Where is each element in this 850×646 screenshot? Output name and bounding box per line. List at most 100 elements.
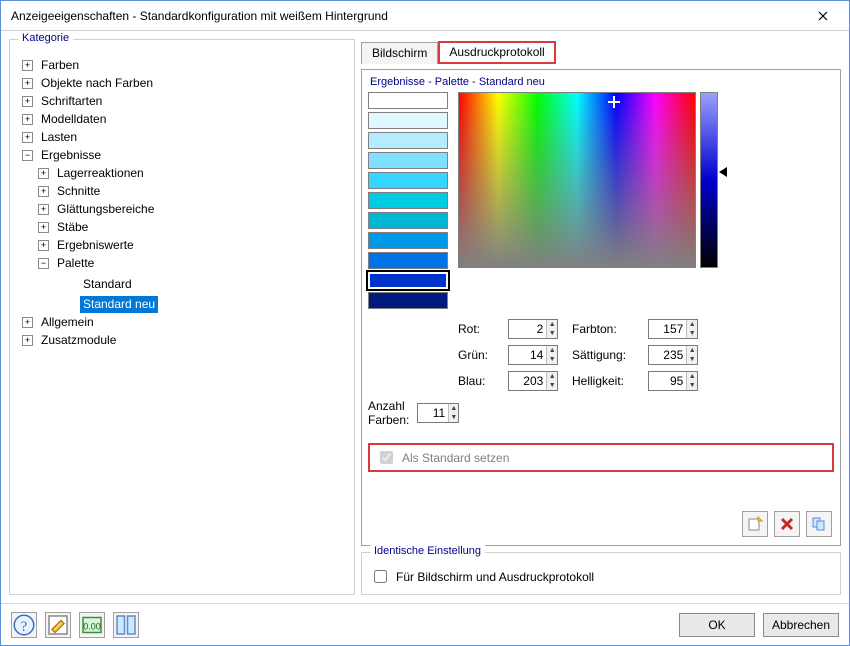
spin-down-icon[interactable]: ▼ <box>687 329 697 338</box>
tree-item-label: Ergebnisse <box>38 147 104 164</box>
expand-icon[interactable]: + <box>22 60 33 71</box>
hue-field[interactable] <box>649 320 686 338</box>
red-field[interactable] <box>509 320 546 338</box>
green-label: Grün: <box>458 348 496 362</box>
hue-sat-field[interactable] <box>458 92 696 268</box>
tree-item[interactable]: Standard neu <box>54 296 158 313</box>
category-legend: Kategorie <box>18 32 73 44</box>
close-button[interactable] <box>801 2 845 30</box>
cancel-button[interactable]: Abbrechen <box>763 613 839 637</box>
spin-down-icon[interactable]: ▼ <box>547 329 557 338</box>
spin-up-icon[interactable]: ▲ <box>547 320 557 329</box>
tree-item[interactable]: +Schnitte <box>38 183 103 200</box>
spin-up-icon[interactable]: ▲ <box>547 346 557 355</box>
tree-item[interactable]: +Modelldaten <box>22 111 109 128</box>
delete-palette-button[interactable] <box>774 511 800 537</box>
ok-button[interactable]: OK <box>679 613 755 637</box>
lightness-slider[interactable] <box>700 92 718 268</box>
copy-palette-button[interactable] <box>806 511 832 537</box>
spin-down-icon[interactable]: ▼ <box>449 413 458 422</box>
tree-item[interactable]: +Ergebniswerte <box>38 237 137 254</box>
palette-swatch[interactable] <box>368 292 448 309</box>
palette-swatch[interactable] <box>368 132 448 149</box>
tree-item-label: Standard <box>80 276 135 293</box>
tree-item-label: Objekte nach Farben <box>38 75 156 92</box>
palette-swatch[interactable] <box>368 212 448 229</box>
expand-icon[interactable]: + <box>22 78 33 89</box>
spin-up-icon[interactable]: ▲ <box>687 320 697 329</box>
spin-down-icon[interactable]: ▼ <box>547 381 557 390</box>
tree-item[interactable]: +Lasten <box>22 129 80 146</box>
set-default-checkbox[interactable]: Als Standard setzen <box>368 443 834 472</box>
identical-input[interactable] <box>374 570 387 583</box>
tree-item[interactable]: +Allgemein <box>22 314 97 331</box>
tree-item[interactable]: + Farben <box>22 57 82 74</box>
val-field[interactable] <box>649 372 686 390</box>
spin-down-icon[interactable]: ▼ <box>687 355 697 364</box>
sat-input[interactable]: ▲▼ <box>648 345 698 365</box>
val-input[interactable]: ▲▼ <box>648 371 698 391</box>
green-field[interactable] <box>509 346 546 364</box>
tree-item[interactable]: Standard <box>54 276 135 293</box>
tree-item[interactable]: +Schriftarten <box>22 93 105 110</box>
collapse-icon[interactable]: − <box>22 150 33 161</box>
expand-icon[interactable]: + <box>22 317 33 328</box>
palette-swatch[interactable] <box>368 172 448 189</box>
identical-checkbox[interactable]: Für Bildschirm und Ausdruckprotokoll <box>370 567 832 586</box>
spin-up-icon[interactable]: ▲ <box>547 372 557 381</box>
edit-icon <box>46 613 70 637</box>
tab-ausdruckprotokoll[interactable]: Ausdruckprotokoll <box>438 41 555 64</box>
expand-icon[interactable]: + <box>22 114 33 125</box>
green-input[interactable]: ▲▼ <box>508 345 558 365</box>
palette-swatch[interactable] <box>368 272 448 289</box>
values-button[interactable]: 0.00 <box>79 612 105 638</box>
collapse-icon[interactable]: − <box>38 258 49 269</box>
palette-swatch[interactable] <box>368 152 448 169</box>
red-input[interactable]: ▲▼ <box>508 319 558 339</box>
columns-button[interactable] <box>113 612 139 638</box>
expand-icon[interactable]: + <box>38 168 49 179</box>
panel-subheader: Ergebnisse - Palette - Standard neu <box>370 76 834 88</box>
blue-label: Blau: <box>458 374 496 388</box>
edit-button[interactable] <box>45 612 71 638</box>
spin-up-icon[interactable]: ▲ <box>687 346 697 355</box>
tree-item[interactable]: −Ergebnisse <box>22 147 104 164</box>
tree-item[interactable]: +Lagerreaktionen <box>38 165 147 182</box>
category-tree[interactable]: + Farben + Objekte nach Farben+Schriftarten… <box>18 54 346 586</box>
spin-down-icon[interactable]: ▼ <box>687 381 697 390</box>
blue-field[interactable] <box>509 372 546 390</box>
spin-down-icon[interactable]: ▼ <box>547 355 557 364</box>
tree-item[interactable]: + Objekte nach Farben <box>22 75 156 92</box>
help-button[interactable]: ? <box>11 612 37 638</box>
spin-up-icon[interactable]: ▲ <box>449 404 458 413</box>
expand-icon[interactable]: + <box>38 222 49 233</box>
palette-swatch[interactable] <box>368 252 448 269</box>
spin-up-icon[interactable]: ▲ <box>687 372 697 381</box>
tree-item[interactable]: +Stäbe <box>38 219 91 236</box>
tree-item[interactable]: +Glättungsbereiche <box>38 201 157 218</box>
blue-input[interactable]: ▲▼ <box>508 371 558 391</box>
tree-item-label: Farben <box>38 57 82 74</box>
expand-icon[interactable]: + <box>22 132 33 143</box>
sat-field[interactable] <box>649 346 686 364</box>
expand-icon[interactable]: + <box>22 96 33 107</box>
set-default-input[interactable] <box>380 451 393 464</box>
dialog-body: Kategorie +Farben+Objekte nach Farben+Sc… <box>1 31 849 603</box>
hue-input[interactable]: ▲▼ <box>648 319 698 339</box>
tab-bildschirm[interactable]: Bildschirm <box>361 42 438 64</box>
titlebar: Anzeigeeigenschaften - Standardkonfigura… <box>1 1 849 31</box>
palette-swatch[interactable] <box>368 232 448 249</box>
expand-icon[interactable]: + <box>22 335 33 346</box>
expand-icon[interactable]: + <box>38 204 49 215</box>
palette-swatch[interactable] <box>368 112 448 129</box>
tree-item[interactable]: +Zusatzmodule <box>22 332 119 349</box>
count-input[interactable]: ▲▼ <box>417 403 459 423</box>
palette-swatch[interactable] <box>368 92 448 109</box>
palette-swatch[interactable] <box>368 192 448 209</box>
new-palette-button[interactable] <box>742 511 768 537</box>
color-editor-row <box>368 92 834 309</box>
expand-icon[interactable]: + <box>38 240 49 251</box>
count-field[interactable] <box>418 404 448 422</box>
tree-item[interactable]: −Palette <box>38 255 97 272</box>
expand-icon[interactable]: + <box>38 186 49 197</box>
